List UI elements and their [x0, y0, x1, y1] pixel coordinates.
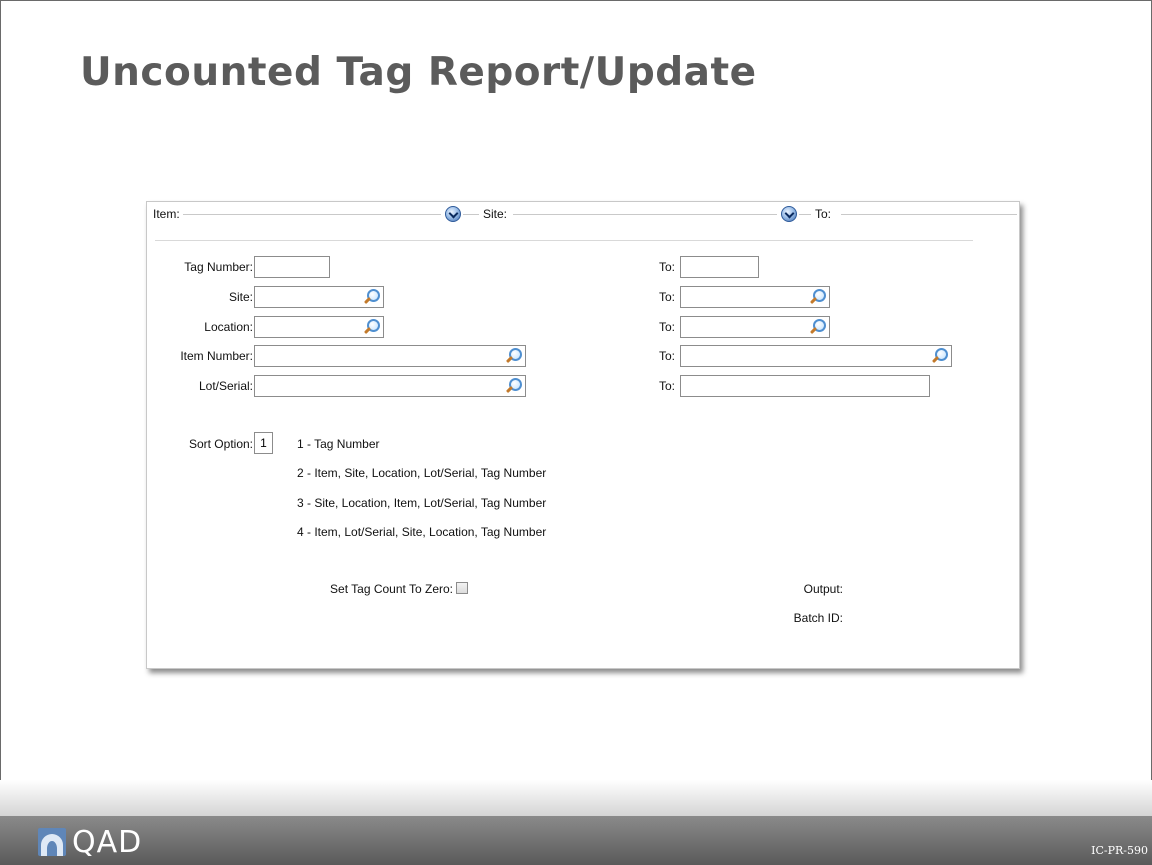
header-divider-site — [513, 214, 777, 215]
sort-option-label: Sort Option: — [188, 437, 253, 451]
tag-number-to-input[interactable] — [680, 256, 759, 278]
sort-option-2: 2 - Item, Site, Location, Lot/Serial, Ta… — [297, 466, 547, 480]
header-site-label: Site: — [480, 207, 511, 221]
sort-option-1: 1 - Tag Number — [297, 437, 380, 451]
site-search-icon[interactable] — [363, 289, 380, 305]
header-item-label: Item: — [150, 207, 183, 221]
batch-id-label: Batch ID: — [793, 611, 843, 625]
qad-logo-icon — [38, 828, 66, 856]
lot-serial-label: Lot/Serial: — [198, 379, 253, 393]
lot-serial-to-label: To: — [659, 379, 676, 393]
location-to-input[interactable] — [680, 316, 830, 338]
sort-option-input[interactable]: 1 — [254, 432, 273, 454]
location-label: Location: — [204, 320, 253, 334]
header-divider-a — [463, 214, 479, 215]
item-number-to-label: To: — [659, 349, 676, 363]
lot-serial-to-input[interactable] — [680, 375, 930, 397]
doc-code: IC-PR-590 — [1091, 844, 1148, 857]
item-number-to-input[interactable] — [680, 345, 952, 367]
location-to-label: To: — [659, 320, 676, 334]
tag-number-to-label: To: — [659, 260, 676, 274]
site-to-search-icon[interactable] — [809, 289, 826, 305]
qad-logo-text: QAD — [72, 825, 143, 860]
site-expand-chevron-down-icon[interactable] — [781, 206, 797, 222]
item-number-to-search-icon[interactable] — [931, 348, 948, 364]
slide-title: Uncounted Tag Report/Update — [80, 50, 757, 95]
output-label: Output: — [803, 582, 843, 596]
item-number-input[interactable] — [254, 345, 526, 367]
sort-option-4: 4 - Item, Lot/Serial, Site, Location, Ta… — [297, 525, 547, 539]
item-number-search-icon[interactable] — [505, 348, 522, 364]
location-to-search-icon[interactable] — [809, 319, 826, 335]
site-to-input[interactable] — [680, 286, 830, 308]
footer-fade — [0, 780, 1152, 816]
site-to-label: To: — [659, 290, 676, 304]
site-input[interactable] — [254, 286, 384, 308]
header-divider-item — [181, 214, 441, 215]
tag-number-input[interactable] — [254, 256, 330, 278]
item-expand-chevron-down-icon[interactable] — [445, 206, 461, 222]
item-number-label: Item Number: — [180, 349, 253, 363]
header-to-label: To: — [812, 207, 835, 221]
tag-number-label: Tag Number: — [184, 260, 253, 274]
set-tag-count-checkbox[interactable] — [456, 582, 468, 594]
header-separator — [155, 240, 973, 241]
sort-option-3: 3 - Site, Location, Item, Lot/Serial, Ta… — [297, 496, 547, 510]
lot-serial-input[interactable] — [254, 375, 526, 397]
location-search-icon[interactable] — [363, 319, 380, 335]
header-divider-to — [841, 214, 1017, 215]
footer-bar: QAD IC-PR-590 — [0, 816, 1152, 865]
site-label: Site: — [228, 290, 253, 304]
location-input[interactable] — [254, 316, 384, 338]
header-divider-b — [799, 214, 811, 215]
form-panel: Item: Site: To: Tag Number: To: Site: To… — [146, 201, 1020, 669]
lot-serial-search-icon[interactable] — [505, 378, 522, 394]
set-tag-count-label: Set Tag Count To Zero: — [330, 582, 453, 596]
